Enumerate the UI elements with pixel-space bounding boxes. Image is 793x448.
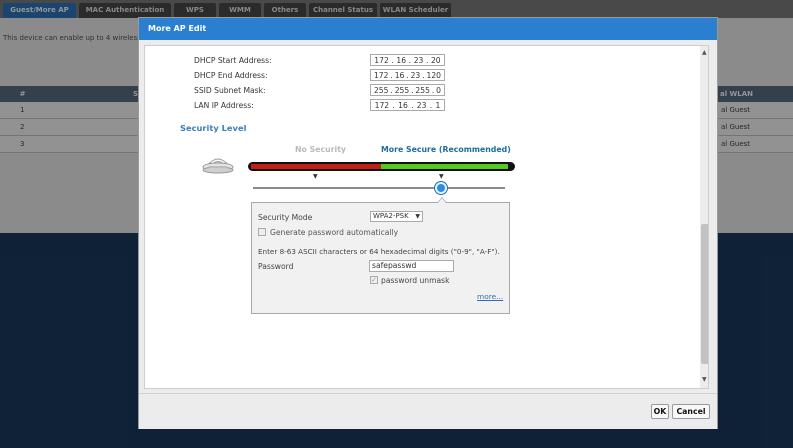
lan-ip-address-input[interactable]: 172. 16. 23. 1 bbox=[370, 99, 445, 111]
octet: 20 bbox=[430, 55, 441, 65]
security-level-bar bbox=[248, 162, 515, 171]
panel-pointer-fill bbox=[438, 198, 446, 203]
dhcp-end-label: DHCP End Address: bbox=[194, 71, 268, 80]
octet: 0 bbox=[436, 85, 441, 95]
cancel-button[interactable]: Cancel bbox=[672, 404, 710, 419]
more-link[interactable]: more... bbox=[477, 292, 503, 301]
security-slider-handle[interactable] bbox=[435, 182, 447, 194]
password-unmask-checkbox[interactable]: ✓ bbox=[370, 276, 378, 284]
dhcp-start-input[interactable]: 172. 16. 23. 20 bbox=[370, 54, 445, 66]
octet: 16 bbox=[396, 55, 407, 65]
security-mode-value: WPA2-PSK bbox=[373, 212, 409, 220]
more-ap-edit-dialog: More AP Edit DHCP Start Address: 172. 16… bbox=[138, 17, 718, 429]
security-slider-track[interactable] bbox=[253, 187, 505, 189]
password-label: Password bbox=[258, 262, 294, 271]
generate-password-label: Generate password automatically bbox=[270, 228, 399, 237]
security-settings-panel: Security Mode WPA2-PSK ▼ Generate passwo… bbox=[251, 202, 510, 314]
octet: 172 bbox=[373, 70, 389, 80]
no-security-segment bbox=[251, 164, 381, 169]
security-level-title: Security Level bbox=[180, 123, 247, 133]
security-mode-select[interactable]: WPA2-PSK ▼ bbox=[370, 211, 423, 222]
lan-ip-address-label: LAN IP Address: bbox=[194, 101, 254, 110]
security-mode-label: Security Mode bbox=[258, 213, 313, 222]
dhcp-end-input[interactable]: 172. 16. 23. 120 bbox=[370, 69, 445, 81]
generate-password-checkbox[interactable] bbox=[258, 228, 266, 236]
octet: 255 bbox=[394, 85, 410, 95]
octet: 172 bbox=[374, 100, 390, 110]
scroll-down-icon[interactable]: ▼ bbox=[702, 376, 707, 383]
octet: 255 bbox=[373, 85, 389, 95]
password-unmask-label: password unmask bbox=[381, 276, 450, 285]
octet: 23 bbox=[416, 100, 427, 110]
octet: 16 bbox=[394, 70, 405, 80]
dialog-title: More AP Edit bbox=[139, 18, 717, 40]
dhcp-start-label: DHCP Start Address: bbox=[194, 56, 272, 65]
dialog-body: DHCP Start Address: 172. 16. 23. 20 DHCP… bbox=[144, 45, 709, 389]
octet: 23 bbox=[410, 70, 421, 80]
scrollbar-thumb[interactable] bbox=[701, 224, 708, 364]
ssid-subnet-mask-label: SSID Subnet Mask: bbox=[194, 86, 266, 95]
octet: 255 bbox=[415, 85, 430, 95]
scroll-up-icon[interactable]: ▲ bbox=[702, 49, 707, 56]
octet: 1 bbox=[435, 100, 441, 110]
password-input[interactable]: safepasswd bbox=[369, 260, 454, 272]
router-icon bbox=[201, 154, 235, 176]
no-security-label: No Security bbox=[295, 145, 346, 154]
octet: 23 bbox=[413, 55, 424, 65]
triangle-down-icon: ▼ bbox=[313, 173, 318, 180]
more-secure-label: More Secure (Recommended) bbox=[381, 145, 511, 154]
chevron-down-icon: ▼ bbox=[415, 213, 420, 220]
triangle-down-icon: ▼ bbox=[439, 173, 444, 180]
octet: 120 bbox=[426, 70, 442, 80]
dialog-footer: OK Cancel bbox=[139, 393, 717, 429]
dialog-scrollbar[interactable]: ▲ ▼ bbox=[700, 46, 708, 388]
ok-button[interactable]: OK bbox=[651, 404, 669, 419]
password-hint: Enter 8-63 ASCII characters or 64 hexade… bbox=[258, 247, 500, 256]
octet: 172 bbox=[374, 55, 389, 65]
more-secure-segment bbox=[381, 164, 508, 169]
octet: 16 bbox=[398, 100, 408, 110]
ssid-subnet-mask-input[interactable]: 255. 255. 255. 0 bbox=[370, 84, 445, 96]
